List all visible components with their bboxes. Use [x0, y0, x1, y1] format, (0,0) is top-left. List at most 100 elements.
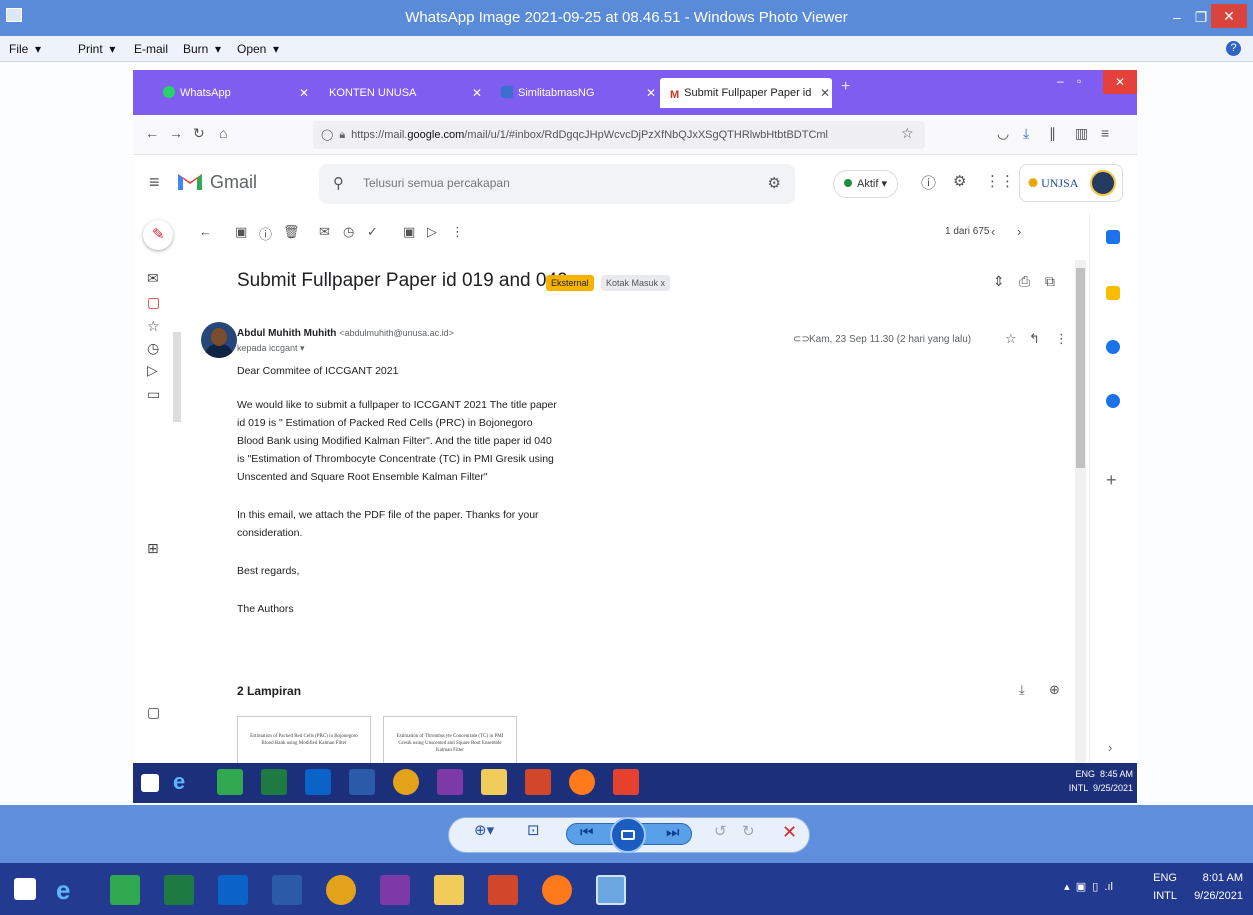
pocket-icon[interactable]: ◡: [997, 125, 1009, 142]
more-options-icon[interactable]: ⋮: [451, 224, 464, 240]
file-explorer-icon[interactable]: [434, 875, 464, 905]
menu-file[interactable]: File ▾: [9, 42, 41, 56]
rotate-left-icon[interactable]: ↺: [714, 822, 727, 840]
new-tab-icon[interactable]: +: [841, 78, 850, 96]
close-button[interactable]: ✕: [1211, 4, 1247, 28]
chrome-icon[interactable]: [326, 875, 356, 905]
chat-icon[interactable]: ▢: [147, 294, 160, 311]
account-avatar[interactable]: [1090, 170, 1116, 196]
close-icon[interactable]: ✕: [820, 78, 830, 108]
zoom-icon[interactable]: ⊕▾: [474, 821, 494, 839]
bookmark-star-icon[interactable]: ☆: [901, 125, 914, 142]
input-language[interactable]: ENG INTL: [1153, 869, 1177, 905]
menu-email[interactable]: E-mail: [134, 42, 168, 56]
older-icon[interactable]: ›: [1017, 224, 1021, 239]
onenote-icon[interactable]: [380, 875, 410, 905]
mail-icon[interactable]: ✉: [147, 270, 159, 287]
delete-icon[interactable]: 🗑︎: [283, 224, 300, 240]
rooms-icon[interactable]: ⊞: [147, 540, 159, 557]
sidebar-icon[interactable]: ▥: [1075, 125, 1088, 142]
reload-icon[interactable]: ↻: [193, 125, 205, 142]
close-icon[interactable]: ✕: [299, 78, 309, 108]
snoozed-icon[interactable]: ◷: [147, 340, 159, 357]
tab-simlitabmas[interactable]: SimlitabmasNG ✕: [501, 78, 656, 108]
tab-gmail-active[interactable]: MSubmit Fullpaper Paper id 019 a ✕: [660, 78, 832, 129]
back-to-inbox-icon[interactable]: ←: [199, 224, 212, 239]
download-icon[interactable]: ⤓: [1023, 125, 1029, 142]
reply-icon[interactable]: ↰: [1029, 331, 1040, 347]
firefox-icon[interactable]: [542, 875, 572, 905]
help-icon[interactable]: ?: [1226, 41, 1241, 56]
sender-name[interactable]: Abdul Muhith Muhith: [237, 328, 336, 339]
actual-size-icon[interactable]: ⊡: [527, 821, 540, 839]
print-icon[interactable]: ⎙: [1019, 273, 1030, 290]
start-button-icon[interactable]: [14, 878, 36, 900]
new-window-icon[interactable]: ⧉: [1045, 273, 1055, 290]
menu-print[interactable]: Print ▾: [78, 42, 115, 56]
compose-button[interactable]: ✎: [143, 220, 173, 250]
message-scrollbar[interactable]: [1075, 260, 1086, 800]
edge-icon[interactable]: e: [56, 875, 86, 905]
outlook-icon[interactable]: [218, 875, 248, 905]
account-switcher[interactable]: ✺ UNJSA: [1019, 164, 1123, 202]
back-icon[interactable]: ←: [145, 125, 159, 141]
search-icon[interactable]: ⚲: [333, 174, 344, 192]
delete-button[interactable]: ✕: [782, 822, 797, 843]
calendar-icon[interactable]: [1106, 230, 1120, 244]
sent-icon[interactable]: ▷: [147, 362, 158, 379]
mail-search-box[interactable]: ⚲ Telusuri semua percakapan ⚙︎: [319, 164, 795, 204]
close-icon[interactable]: ✕: [646, 78, 656, 108]
mark-unread-icon[interactable]: ✉: [319, 224, 330, 240]
taskbar-clock[interactable]: 8:01 AM 9/26/2021: [1194, 869, 1243, 905]
add-to-drive-icon[interactable]: ⊕: [1049, 682, 1060, 698]
next-button[interactable]: ⏭: [666, 824, 680, 841]
system-tray-icons[interactable]: ▴ ▣ ▯ .ıl: [1064, 880, 1113, 893]
menu-open[interactable]: Open ▾: [237, 42, 279, 56]
sender-avatar[interactable]: [201, 322, 237, 358]
rotate-right-icon[interactable]: ↻: [742, 822, 755, 840]
recipient-line[interactable]: kepada iccgant ▾: [237, 343, 305, 354]
snooze-icon[interactable]: ◷: [343, 224, 354, 240]
search-options-icon[interactable]: ⚙︎: [768, 174, 781, 192]
status-dropdown[interactable]: Aktif ▾: [833, 170, 898, 198]
menu-burn[interactable]: Burn ▾: [183, 42, 221, 56]
menu-icon[interactable]: ≡: [1101, 125, 1109, 141]
message-more-icon[interactable]: ⋮: [1055, 331, 1068, 347]
url-bar[interactable]: ◯ 🔒︎ https://mail.google.com/mail/u/1/#inb…: [313, 121, 925, 149]
previous-button[interactable]: ⏮: [580, 824, 594, 841]
powerpoint-icon[interactable]: [488, 875, 518, 905]
meet-icon[interactable]: ▢: [147, 704, 160, 721]
tab-konten-unusa[interactable]: KONTEN UNUSA ✕: [329, 78, 482, 108]
add-addon-icon[interactable]: +: [1106, 470, 1117, 491]
download-all-icon[interactable]: ⤓: [1019, 682, 1025, 698]
show-side-panel-icon[interactable]: ›: [1108, 740, 1112, 755]
newer-icon[interactable]: ‹: [991, 224, 995, 239]
keep-icon[interactable]: [1106, 286, 1120, 300]
apps-grid-icon[interactable]: ⋮⋮: [985, 172, 1015, 190]
report-spam-icon[interactable]: ⓘ: [259, 224, 272, 243]
library-icon[interactable]: ∥: [1049, 125, 1056, 142]
word-icon[interactable]: [272, 875, 302, 905]
excel-icon[interactable]: [164, 875, 194, 905]
label-inbox-chip[interactable]: Kotak Masuk x: [601, 275, 671, 291]
settings-gear-icon[interactable]: ⚙: [953, 172, 966, 190]
tab-whatsapp[interactable]: WhatsApp ✕: [163, 78, 309, 108]
home-icon[interactable]: ⌂: [219, 125, 227, 141]
photo-viewer-icon[interactable]: [596, 875, 626, 905]
star-icon[interactable]: ☆: [1005, 331, 1017, 347]
slideshow-button[interactable]: [610, 817, 646, 853]
contacts-icon[interactable]: [1106, 394, 1120, 408]
close-icon[interactable]: ✕: [472, 78, 482, 108]
forward-icon[interactable]: →: [169, 125, 183, 141]
label-icon[interactable]: ▷: [427, 224, 437, 240]
rail-scrollbar[interactable]: [173, 332, 181, 422]
tasks-icon[interactable]: [1106, 340, 1120, 354]
expand-all-icon[interactable]: ⇕: [993, 273, 1005, 290]
store-icon[interactable]: [110, 875, 140, 905]
help-circle-icon[interactable]: ⓘ: [921, 172, 936, 193]
starred-icon[interactable]: ☆: [147, 318, 160, 335]
main-menu-icon[interactable]: ≡: [149, 172, 160, 193]
move-to-icon[interactable]: ▣: [403, 224, 415, 240]
add-task-icon[interactable]: ✓: [367, 224, 378, 240]
spaces-icon[interactable]: ▭: [147, 386, 160, 403]
